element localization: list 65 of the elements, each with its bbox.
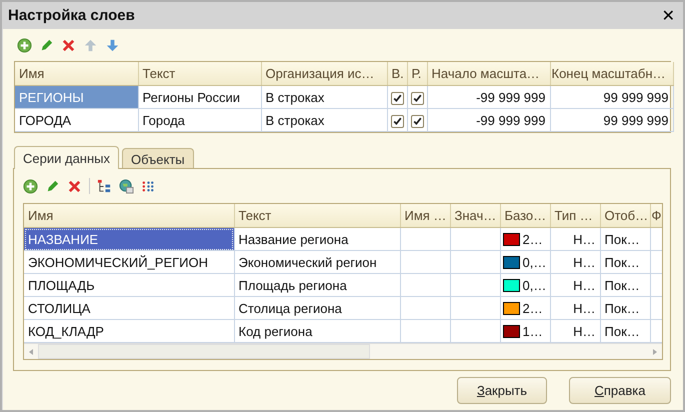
table-cell: 2…	[522, 300, 543, 316]
column-header[interactable]: Конец масштабн…	[550, 62, 673, 86]
column-header[interactable]: Р.	[407, 62, 427, 86]
column-header[interactable]: Знач…	[450, 204, 500, 228]
table-cell: Н…	[550, 250, 600, 274]
column-header[interactable]: Текст	[234, 204, 400, 228]
column-header[interactable]: Базо…	[500, 204, 550, 228]
table-cell: Пок…	[600, 250, 650, 274]
down-arrow-icon[interactable]	[105, 38, 120, 52]
table-cell: Пок…	[600, 274, 650, 296]
table-cell: Пок…	[600, 228, 650, 250]
column-header[interactable]: Тип …	[550, 204, 600, 228]
delete-icon[interactable]	[67, 178, 82, 194]
table-cell: -99 999 999	[427, 86, 550, 108]
column-header[interactable]: Организация ис…	[261, 62, 387, 86]
globe-icon[interactable]	[119, 178, 134, 194]
column-header[interactable]: Ф	[650, 204, 662, 228]
table-cell: Н…	[550, 274, 600, 296]
add-icon[interactable]	[17, 38, 32, 52]
checkbox[interactable]	[410, 114, 424, 128]
table-cell[interactable]: ГОРОДА	[15, 108, 138, 132]
dot-grid-icon[interactable]	[141, 178, 156, 194]
table-cell: Н…	[550, 228, 600, 250]
column-header[interactable]: Имя	[15, 62, 138, 86]
close-button[interactable]: ✕	[660, 8, 677, 24]
table-cell: Пок…	[600, 296, 650, 320]
checkbox[interactable]	[410, 92, 424, 105]
table-cell: Н…	[550, 296, 600, 320]
table-cell: 2…	[522, 232, 543, 246]
table-cell: 0,…	[522, 278, 546, 292]
table-cell: Города	[138, 108, 261, 132]
column-header[interactable]: Имя	[24, 204, 234, 228]
table-cell[interactable]: СТОЛИЦА	[24, 296, 234, 320]
delete-icon[interactable]	[61, 38, 76, 52]
column-header[interactable]: В.	[387, 62, 407, 86]
table-cell: 99 999 999	[550, 108, 673, 132]
table-cell: 99 999 999	[550, 86, 673, 108]
table-cell: Столица региона	[234, 296, 400, 320]
dialog-button[interactable]: Закрыть	[457, 377, 547, 404]
table-cell[interactable]: ПЛОЩАДЬ	[24, 274, 234, 296]
column-header[interactable]: Начало масшта…	[427, 62, 550, 86]
dialog-button[interactable]: Справка	[569, 377, 671, 404]
add-icon[interactable]	[23, 178, 38, 194]
pencil-icon[interactable]	[39, 38, 54, 52]
table-cell: Название региона	[234, 228, 400, 250]
table-cell: В строках	[261, 86, 387, 108]
tab[interactable]: Серии данных	[14, 146, 120, 169]
checkbox[interactable]	[390, 92, 404, 105]
table-cell: 0,…	[522, 254, 546, 270]
column-header[interactable]: Отоб…	[600, 204, 650, 228]
column-header[interactable]: Текст	[138, 62, 261, 86]
hierarchy-icon[interactable]	[97, 178, 112, 194]
table-cell: В строках	[261, 108, 387, 132]
pencil-icon[interactable]	[45, 178, 60, 194]
table-cell: 1…	[522, 324, 543, 338]
table-cell[interactable]: ЭКОНОМИЧЕСКИЙ_РЕГИОН	[24, 250, 234, 274]
table-cell: Регионы России	[138, 86, 261, 108]
table-cell: Площадь региона	[234, 274, 400, 296]
table-cell: -99 999 999	[427, 108, 550, 132]
checkbox[interactable]	[390, 114, 404, 128]
table-cell: Экономический регион	[234, 250, 400, 274]
table-cell[interactable]: НАЗВАНИЕ	[24, 228, 234, 250]
column-header[interactable]: Имя …	[400, 204, 450, 228]
window-title: Настройка слоев	[8, 7, 135, 24]
tab[interactable]: Объекты	[122, 148, 194, 168]
